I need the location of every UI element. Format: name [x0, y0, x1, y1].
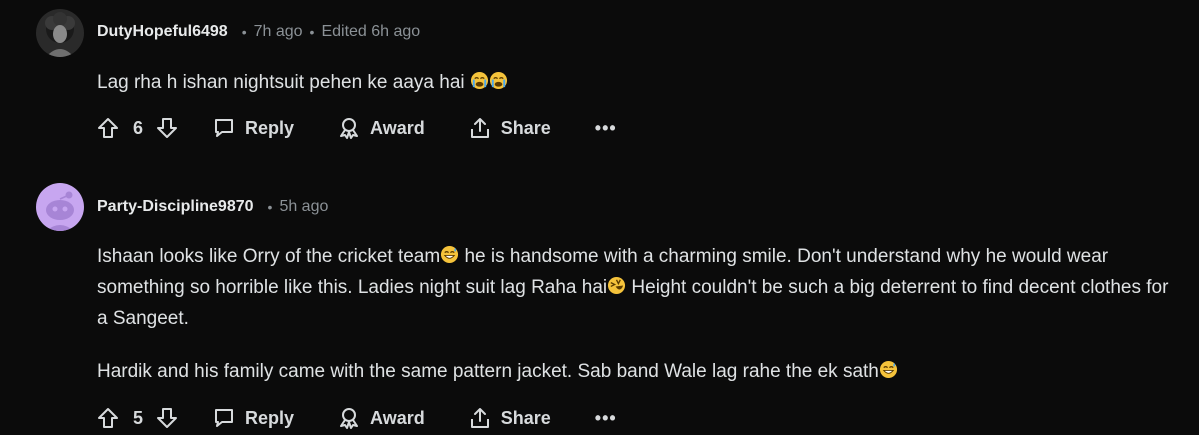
downvote-icon: [157, 408, 178, 428]
share-icon: [470, 408, 489, 428]
reply-label: Reply: [245, 117, 295, 138]
award-icon: [340, 408, 359, 429]
comment-text: Hardik and his family came with the same…: [97, 361, 879, 382]
user-avatar[interactable]: [36, 183, 84, 231]
comment-meta: DutyHopeful6498 • 7h ago • Edited 6h ago: [97, 23, 420, 41]
grinning-sweat-emoji: [441, 245, 459, 264]
comment-icon: [215, 119, 234, 137]
crying-emoji: [489, 71, 507, 90]
share-button[interactable]: Share: [468, 116, 551, 140]
comment-text: Ishaan looks like Orry of the cricket te…: [97, 246, 441, 267]
comment-text: Lag rha h ishan nightsuit pehen ke aaya …: [97, 72, 465, 93]
comment-meta: Party-Discipline9870 • 5h ago: [97, 198, 328, 216]
upvote-button[interactable]: [96, 116, 120, 140]
reply-button[interactable]: Reply: [212, 116, 294, 140]
crying-emoji: [470, 71, 488, 90]
comment-paragraph: Hardik and his family came with the same…: [97, 356, 1172, 387]
upvote-icon: [98, 118, 118, 138]
reply-button[interactable]: Reply: [212, 406, 294, 430]
user-avatar[interactable]: [36, 9, 84, 57]
share-label: Share: [500, 407, 551, 428]
reply-label: Reply: [245, 407, 295, 428]
username[interactable]: DutyHopeful6498: [97, 23, 228, 41]
award-button[interactable]: Award: [337, 116, 425, 140]
share-icon: [470, 118, 489, 138]
vote-count: 6: [133, 117, 144, 138]
comment-actions: 5 Reply Award Share •••: [96, 406, 617, 430]
downvote-icon: [157, 118, 178, 138]
grinning-sweat-emoji: [879, 360, 897, 379]
share-button[interactable]: Share: [468, 406, 551, 430]
comment-actions: 6 Reply Award Share •••: [96, 116, 617, 140]
separator-dot: •: [241, 24, 247, 40]
more-options-button[interactable]: •••: [595, 408, 617, 429]
edited-timestamp: Edited 6h ago: [321, 23, 421, 40]
timestamp: 5h ago: [279, 198, 329, 215]
comment-icon: [215, 409, 234, 427]
username[interactable]: Party-Discipline9870: [97, 198, 254, 216]
more-options-button[interactable]: •••: [595, 118, 617, 139]
comment-body: Ishaan looks like Orry of the cricket te…: [97, 241, 1172, 387]
award-button[interactable]: Award: [337, 406, 425, 430]
rofl-emoji: [608, 276, 626, 295]
comment-body: Lag rha h ishan nightsuit pehen ke aaya …: [97, 67, 1172, 98]
vote-count: 5: [133, 407, 144, 428]
downvote-button[interactable]: [155, 116, 179, 140]
upvote-button[interactable]: [96, 406, 120, 430]
separator-dot: •: [309, 24, 315, 40]
award-label: Award: [370, 407, 425, 428]
award-label: Award: [370, 117, 425, 138]
timestamp: 7h ago: [253, 23, 303, 40]
award-icon: [340, 118, 359, 139]
separator-dot: •: [267, 199, 273, 215]
comment-paragraph: Ishaan looks like Orry of the cricket te…: [97, 241, 1172, 334]
downvote-button[interactable]: [155, 406, 179, 430]
share-label: Share: [500, 117, 551, 138]
upvote-icon: [98, 408, 118, 428]
